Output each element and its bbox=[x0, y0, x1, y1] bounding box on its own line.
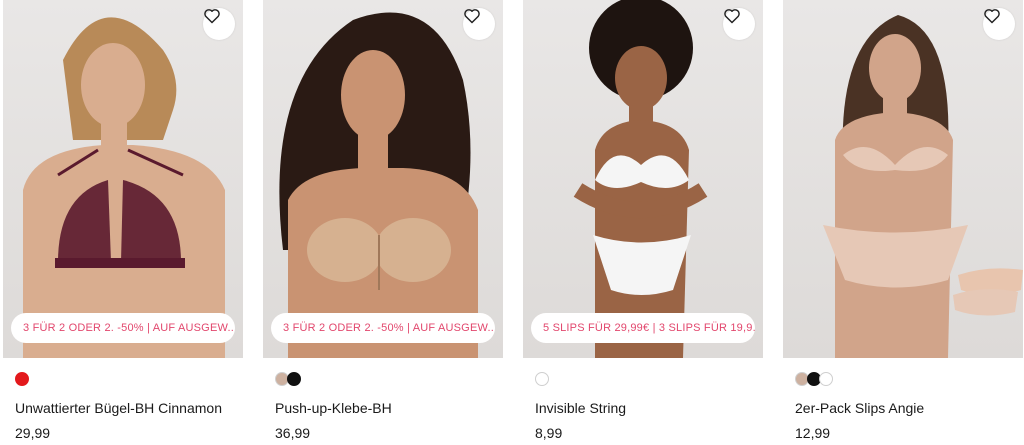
color-swatches bbox=[275, 372, 301, 386]
wishlist-button[interactable] bbox=[723, 8, 755, 40]
color-swatches bbox=[535, 372, 549, 386]
model-illustration bbox=[573, 0, 708, 358]
product-name[interactable]: Invisible String bbox=[535, 400, 626, 416]
heart-icon bbox=[724, 9, 740, 24]
product-image[interactable]: 3 FÜR 2 ODER 2. -50% | AUF AUSGEW... bbox=[3, 0, 243, 358]
promo-badge: 3 FÜR 2 ODER 2. -50% | AUF AUSGEW... bbox=[271, 313, 495, 343]
product-card[interactable]: 5 SLIPS FÜR 29,99€ | 3 SLIPS FÜR 19,9...… bbox=[523, 0, 763, 445]
product-price: 8,99 bbox=[535, 425, 563, 441]
heart-icon bbox=[204, 9, 220, 24]
wishlist-button[interactable] bbox=[203, 8, 235, 40]
product-image[interactable]: 5 SLIPS FÜR 29,99€ | 3 SLIPS FÜR 19,9... bbox=[523, 0, 763, 358]
wishlist-button[interactable] bbox=[983, 8, 1015, 40]
color-swatch[interactable] bbox=[15, 372, 29, 386]
wishlist-button[interactable] bbox=[463, 8, 495, 40]
product-grid: 3 FÜR 2 ODER 2. -50% | AUF AUSGEW... Unw… bbox=[0, 0, 1024, 445]
product-price: 12,99 bbox=[795, 425, 831, 441]
product-price: 36,99 bbox=[275, 425, 311, 441]
promo-badge: 3 FÜR 2 ODER 2. -50% | AUF AUSGEW... bbox=[11, 313, 235, 343]
color-swatches bbox=[15, 372, 29, 386]
model-illustration bbox=[23, 17, 225, 358]
product-name[interactable]: 2er-Pack Slips Angie bbox=[795, 400, 924, 416]
color-swatch[interactable] bbox=[535, 372, 549, 386]
model-illustration bbox=[823, 15, 1023, 358]
color-swatches bbox=[795, 372, 833, 386]
product-name[interactable]: Push-up-Klebe-BH bbox=[275, 400, 392, 416]
heart-icon bbox=[464, 9, 480, 24]
promo-badge: 5 SLIPS FÜR 29,99€ | 3 SLIPS FÜR 19,9... bbox=[531, 313, 755, 343]
product-name[interactable]: Unwattierter Bügel-BH Cinnamon bbox=[15, 400, 222, 416]
color-swatch[interactable] bbox=[287, 372, 301, 386]
product-price: 29,99 bbox=[15, 425, 51, 441]
product-image[interactable] bbox=[783, 0, 1023, 358]
model-illustration bbox=[279, 12, 478, 358]
product-card[interactable]: 3 FÜR 2 ODER 2. -50% | AUF AUSGEW... Pus… bbox=[263, 0, 503, 445]
product-card[interactable]: 3 FÜR 2 ODER 2. -50% | AUF AUSGEW... Unw… bbox=[3, 0, 243, 445]
heart-icon bbox=[984, 9, 1000, 24]
color-swatch[interactable] bbox=[819, 372, 833, 386]
product-card[interactable]: 2er-Pack Slips Angie 12,99 bbox=[783, 0, 1023, 445]
product-image[interactable]: 3 FÜR 2 ODER 2. -50% | AUF AUSGEW... bbox=[263, 0, 503, 358]
